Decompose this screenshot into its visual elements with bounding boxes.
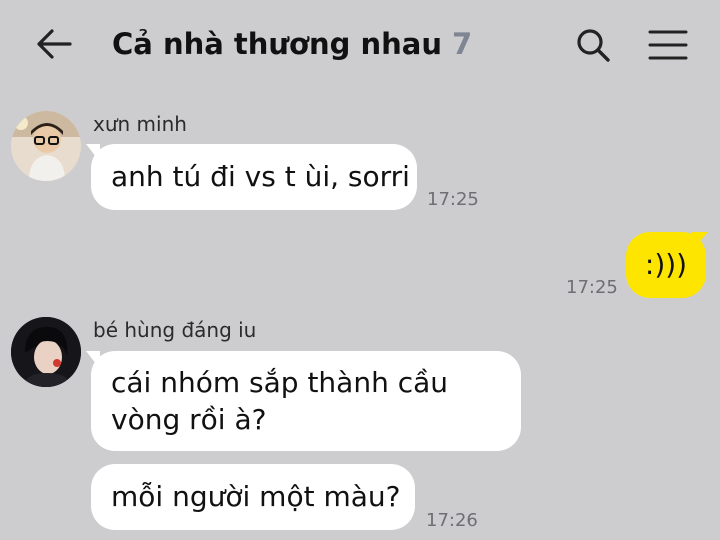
message-time: 17:25 [566, 277, 618, 298]
search-button[interactable] [574, 26, 612, 64]
avatar-be-hung[interactable] [11, 317, 81, 387]
avatar-photo [11, 317, 81, 387]
chat-title-group[interactable]: Cả nhà thương nhau 7 [112, 24, 472, 64]
outgoing-message-bubble[interactable]: :))) [626, 232, 706, 298]
arrow-left-icon [37, 29, 72, 59]
chat-header: Cả nhà thương nhau 7 [0, 0, 720, 88]
message-time: 17:25 [427, 189, 479, 210]
sender-name: bé hùng đáng iu [93, 318, 257, 342]
search-icon [577, 29, 610, 62]
message-time: 17:26 [426, 510, 478, 531]
message-bubble[interactable]: anh tú đi vs t ùi, sorri [91, 144, 417, 210]
back-button[interactable] [34, 26, 74, 62]
member-count: 7 [452, 27, 473, 61]
avatar-xun-minh[interactable] [11, 111, 81, 181]
avatar-photo [11, 111, 81, 181]
message-bubble[interactable]: cái nhóm sắp thành cầu vòng rồi à? [91, 351, 521, 451]
menu-button[interactable] [648, 28, 688, 62]
chat-title: Cả nhà thương nhau [112, 27, 442, 61]
menu-icon [648, 30, 688, 60]
message-bubble[interactable]: mỗi người một màu? [91, 464, 415, 530]
sender-name: xưn minh [93, 112, 187, 136]
